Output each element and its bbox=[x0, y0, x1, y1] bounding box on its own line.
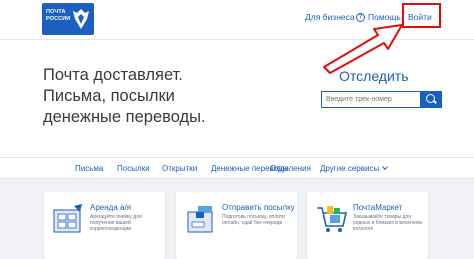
nav-item-other-services[interactable]: Другие сервисы bbox=[320, 164, 389, 173]
card-description: Арендуйте ячейку для получения вашей кор… bbox=[90, 214, 142, 233]
nav-item-parcels[interactable]: Посылки bbox=[117, 164, 150, 173]
services-nav: Письма Посылки Открытки Денежные перевод… bbox=[0, 157, 474, 179]
card-title: Аренда а/я bbox=[90, 203, 131, 212]
card-description: Заказывайте товары для родных и близких … bbox=[353, 214, 422, 233]
po-box-icon bbox=[53, 204, 82, 233]
pochta-logo[interactable]: ПОЧТА РОССИИ bbox=[42, 3, 94, 35]
shopping-cart-icon bbox=[317, 206, 348, 232]
search-icon[interactable] bbox=[420, 91, 442, 108]
chevron-down-icon bbox=[382, 164, 389, 170]
card-title: Отправить посылку bbox=[222, 203, 295, 212]
hero-headline: Почта доставляет. Письма, посылки денежн… bbox=[43, 65, 243, 128]
card-pochta-market[interactable]: ПочтаМаркет Заказывайте товары для родны… bbox=[307, 192, 428, 259]
card-description: Подготовь посылку, оплати онлайн, сдай б… bbox=[222, 214, 285, 227]
red-arrow-annotation bbox=[323, 24, 403, 74]
card-title: ПочтаМаркет bbox=[353, 203, 403, 212]
nav-item-postcards[interactable]: Открытки bbox=[162, 164, 197, 173]
card-po-box-rental[interactable]: Аренда а/я Арендуйте ячейку для получени… bbox=[44, 192, 165, 259]
card-send-parcel[interactable]: Отправить посылку Подготовь посылку, опл… bbox=[176, 192, 297, 259]
logo-line2: РОССИИ bbox=[46, 16, 71, 22]
tracking-number-input[interactable] bbox=[321, 91, 422, 108]
nav-item-offices[interactable]: Отделения bbox=[270, 164, 311, 173]
nav-item-label: Другие сервисы bbox=[320, 164, 380, 173]
eagle-emblem-icon bbox=[73, 9, 89, 29]
nav-item-letters[interactable]: Письма bbox=[75, 164, 103, 173]
logo-line1: ПОЧТА bbox=[46, 9, 66, 15]
parcel-box-icon bbox=[187, 206, 213, 233]
hero-line: Почта доставляет. bbox=[43, 66, 183, 84]
tracking-title: Отследить bbox=[339, 68, 409, 84]
hero-line: денежные переводы. bbox=[43, 108, 206, 126]
hero-line: Письма, посылки bbox=[43, 87, 175, 105]
